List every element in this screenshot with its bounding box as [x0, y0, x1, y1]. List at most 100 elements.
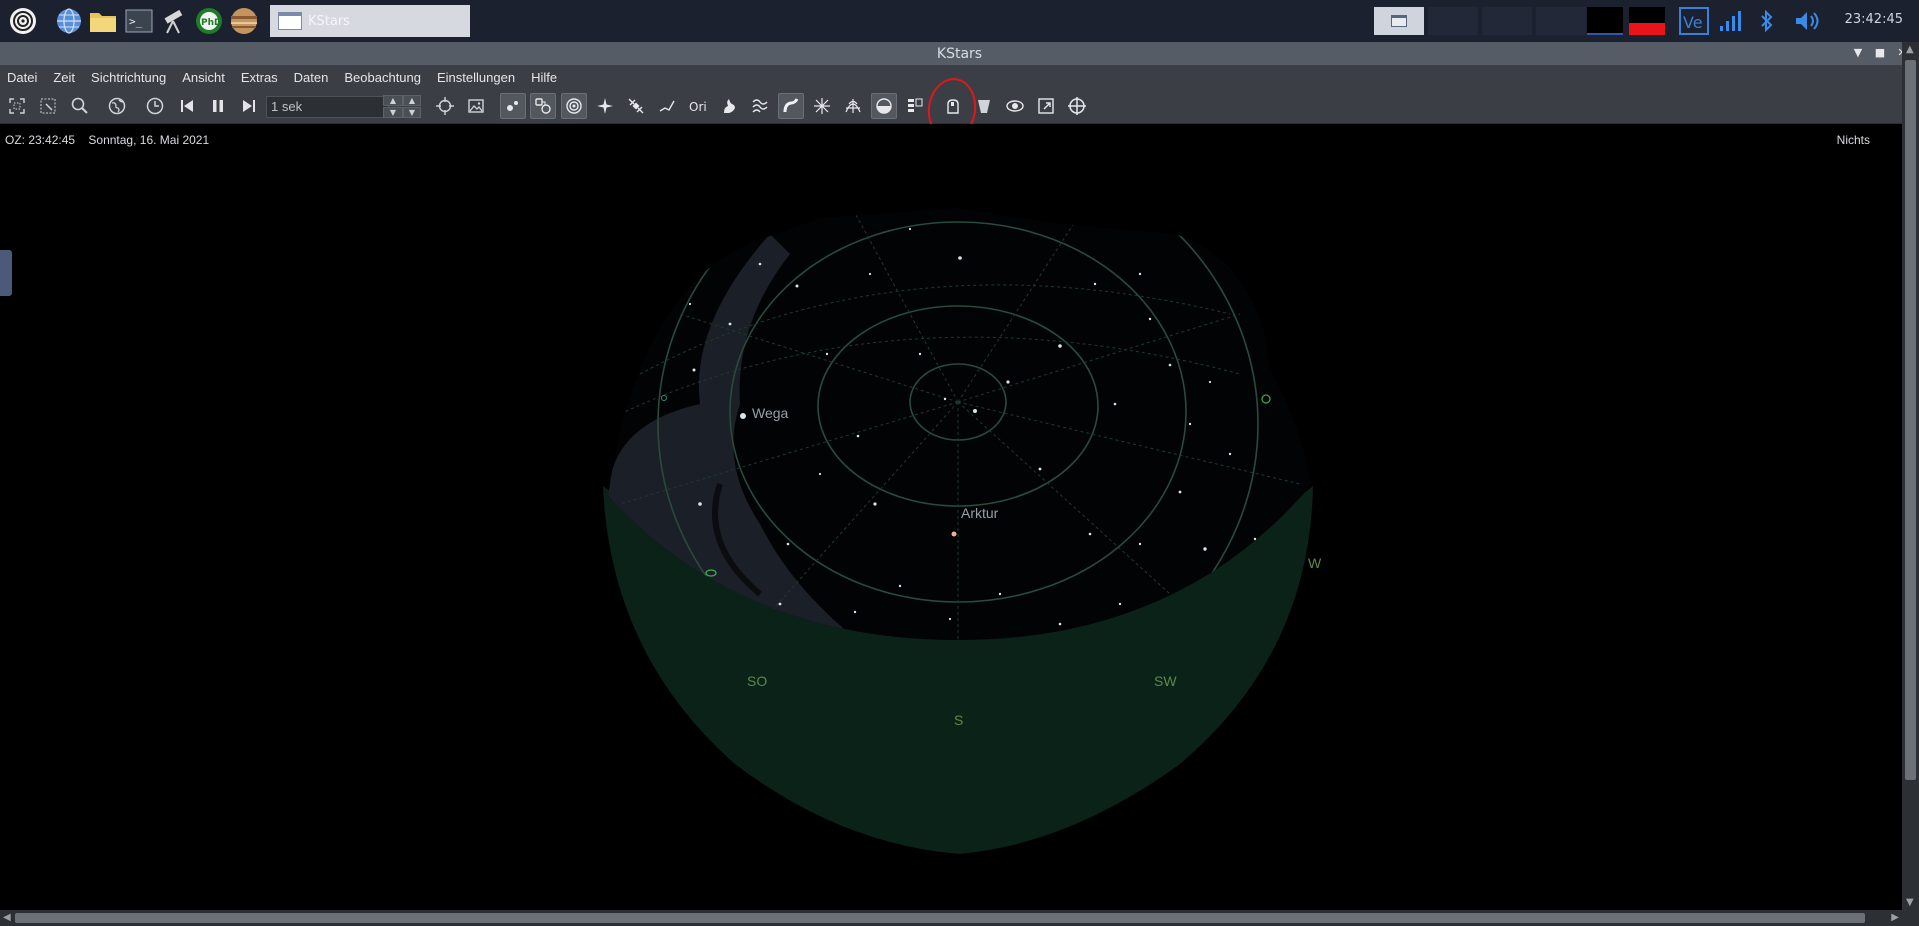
window-titlebar[interactable]: KStars ▼ ■ ✕	[0, 42, 1919, 66]
temperature-monitor-icon	[1628, 6, 1666, 36]
volume-icon[interactable]	[1792, 6, 1824, 36]
terminal-icon[interactable]: >_	[124, 6, 154, 36]
network-icon[interactable]	[1716, 6, 1746, 36]
bluetooth-icon[interactable]	[1754, 6, 1780, 36]
ground-icon	[876, 98, 892, 114]
side-panel-handle[interactable]	[0, 250, 12, 296]
time-info-box[interactable]: OZ: 23:42:45 Sonntag, 16. Mai 2021	[5, 133, 219, 147]
unit-down-button[interactable]: ▼	[403, 107, 421, 118]
menu-beobachtung[interactable]: Beobachtung	[344, 70, 421, 85]
star-label-arktur[interactable]: Arktur	[961, 505, 999, 521]
status-date: Sonntag, 16. Mai 2021	[88, 133, 210, 147]
set-time-button[interactable]	[142, 93, 168, 119]
clock: 23:42:45	[1844, 12, 1903, 27]
menu-einstellungen[interactable]: Einstellungen	[437, 70, 515, 85]
geographic-location-button[interactable]	[104, 93, 130, 119]
horizontal-scrollbar[interactable]: ◀ ▶	[0, 910, 1919, 926]
task-label: KStars	[308, 13, 350, 29]
find-object-button[interactable]	[67, 93, 93, 119]
menu-ansicht[interactable]: Ansicht	[182, 70, 225, 85]
spin-down-button[interactable]: ▼	[383, 107, 403, 118]
toggle-satellites-button[interactable]	[623, 93, 649, 119]
vertical-scroll-thumb[interactable]	[1905, 60, 1916, 780]
focus-info-box[interactable]: Nichts	[1837, 133, 1870, 147]
pause-icon	[213, 100, 223, 112]
time-step-field[interactable]: 1 sek	[266, 96, 389, 118]
unit-up-button[interactable]: ▲	[403, 95, 421, 106]
toggle-hips-button[interactable]	[1002, 93, 1028, 119]
sky-map[interactable]: Wega Arktur W SW S SO OZ: 23:42:45 Sonnt…	[0, 124, 1902, 910]
toggle-equatorial-grid-button[interactable]	[809, 93, 835, 119]
zoom-select-button[interactable]	[4, 93, 30, 119]
jupiter-icon[interactable]	[229, 6, 259, 36]
telescope-control-button[interactable]	[432, 93, 458, 119]
menu-hilfe[interactable]: Hilfe	[531, 70, 557, 85]
maximize-icon[interactable]: ■	[1872, 45, 1888, 61]
scroll-down-icon[interactable]: ▼	[1906, 897, 1914, 908]
sky-canvas[interactable]: Wega Arktur W SW S SO	[0, 124, 1902, 910]
horizontal-scroll-thumb[interactable]	[15, 913, 1865, 923]
scroll-left-icon[interactable]: ◀	[3, 912, 11, 923]
toggle-ground-button[interactable]	[871, 93, 897, 119]
cpu-monitor-icon	[1586, 6, 1624, 36]
workspace-3[interactable]	[1482, 7, 1532, 35]
fov-icon	[978, 100, 990, 113]
menu-daten[interactable]: Daten	[294, 70, 329, 85]
toggle-constellation-lines-button[interactable]	[654, 93, 680, 119]
menu-sichtrichtung[interactable]: Sichtrichtung	[91, 70, 166, 85]
constellation-names-icon: Ori	[689, 100, 707, 114]
toggle-mosaic-button[interactable]	[1033, 93, 1059, 119]
supernova-icon	[597, 98, 613, 114]
vertical-scrollbar[interactable]: ▲ ▼	[1902, 42, 1919, 910]
crosshair-icon	[1068, 97, 1086, 115]
spin-up-button[interactable]: ▲	[383, 95, 403, 106]
toggle-constellation-boundaries-button[interactable]	[747, 93, 773, 119]
image-viewer-button[interactable]	[463, 93, 489, 119]
pause-clock-button[interactable]	[205, 93, 231, 119]
taskbar-kstars-task[interactable]: KStars	[270, 5, 470, 37]
compass-label-sw: SW	[1154, 673, 1177, 689]
compass-label-w: W	[1308, 555, 1322, 571]
toggle-solar-system-button[interactable]	[561, 93, 587, 119]
search-icon	[71, 97, 88, 114]
satellite-icon	[628, 98, 644, 114]
menu-datei[interactable]: Datei	[7, 70, 37, 85]
toggle-deep-sky-button[interactable]	[530, 93, 556, 119]
workspace-1[interactable]	[1374, 7, 1424, 35]
menu-extras[interactable]: Extras	[241, 70, 278, 85]
svg-text:PhD: PhD	[201, 18, 221, 28]
globe-icon	[108, 97, 126, 115]
workspace-2[interactable]	[1428, 7, 1478, 35]
svg-text:Ori: Ori	[689, 100, 707, 114]
phd2-icon[interactable]: PhD	[194, 6, 224, 36]
constellation-lines-icon	[659, 100, 675, 112]
toggle-milky-way-button[interactable]	[778, 93, 804, 119]
menu-zeit[interactable]: Zeit	[53, 70, 75, 85]
equatorial-grid-icon	[814, 98, 830, 114]
toggle-constellation-art-button[interactable]	[716, 93, 742, 119]
skip-back-icon	[181, 100, 193, 112]
star-label-wega[interactable]: Wega	[752, 405, 789, 421]
toggle-info-boxes-button[interactable]	[902, 93, 928, 119]
toggle-crosshair-button[interactable]	[1064, 93, 1090, 119]
step-forward-button[interactable]	[236, 93, 262, 119]
browser-icon[interactable]	[54, 6, 84, 36]
horizontal-grid-icon	[845, 99, 861, 113]
compass-label-s: S	[954, 712, 963, 728]
zoom-region-button[interactable]	[35, 93, 61, 119]
step-backward-button[interactable]	[174, 93, 200, 119]
telescope-icon[interactable]	[158, 6, 188, 36]
toggle-supernovae-button[interactable]	[592, 93, 618, 119]
toggle-horizontal-grid-button[interactable]	[840, 93, 866, 119]
vnc-icon[interactable]: Ve	[1678, 6, 1710, 36]
toggle-stars-button[interactable]	[500, 93, 526, 119]
toggle-constellation-names-button[interactable]: Ori	[685, 93, 711, 119]
scroll-up-icon[interactable]: ▲	[1906, 44, 1914, 55]
workspace-4[interactable]	[1536, 7, 1586, 35]
file-manager-icon[interactable]	[88, 6, 118, 36]
zoom-fit-icon	[9, 98, 25, 114]
taskbar: >_ PhD KStars Ve 23:42:45	[0, 0, 1919, 42]
menu-icon[interactable]	[8, 6, 38, 36]
minimize-icon[interactable]: ▼	[1850, 45, 1866, 61]
scroll-right-icon[interactable]: ▶	[1891, 912, 1899, 923]
